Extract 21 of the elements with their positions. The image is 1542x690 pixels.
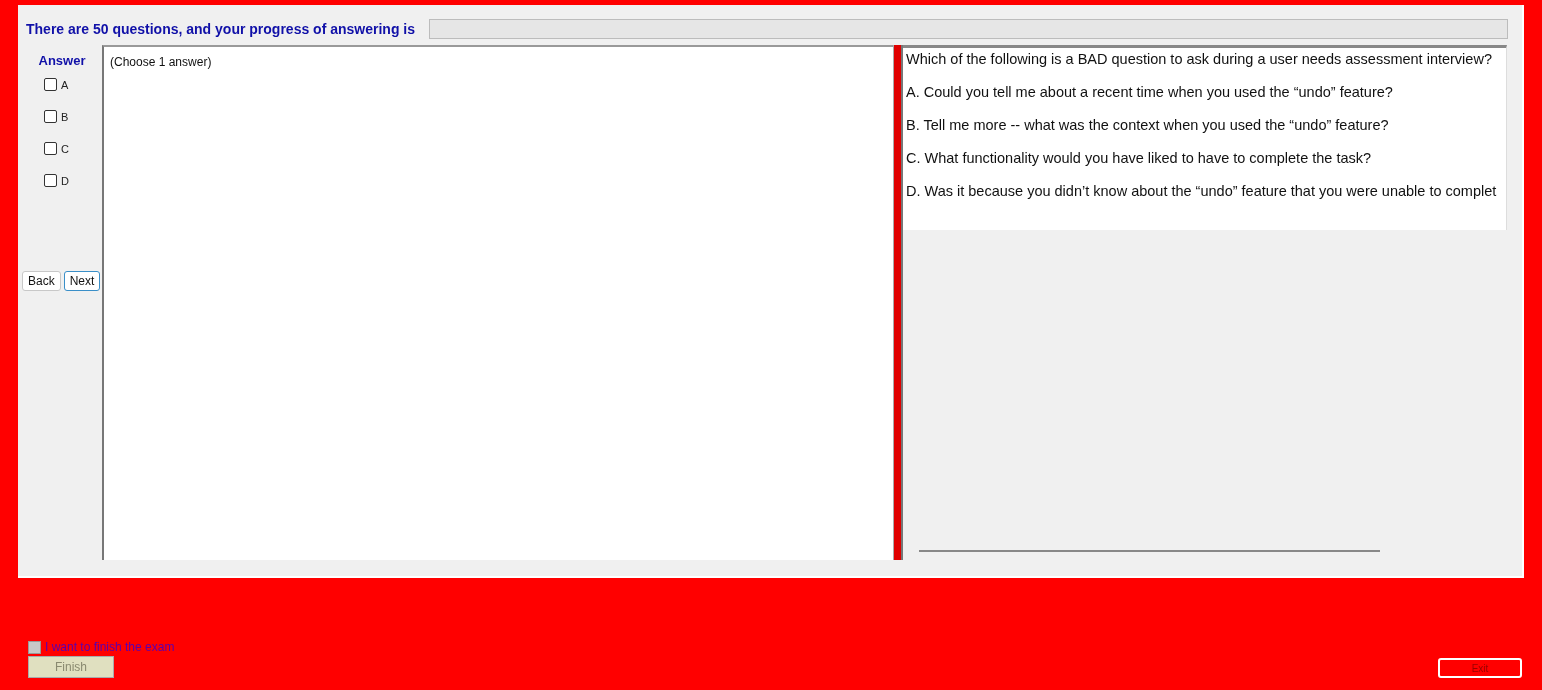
answer-checkbox[interactable]	[44, 110, 57, 123]
finish-checkbox[interactable]	[28, 640, 41, 654]
answer-heading: Answer	[38, 53, 86, 68]
back-button[interactable]: Back	[22, 271, 61, 291]
next-button[interactable]: Next	[63, 271, 101, 291]
answer-checkbox[interactable]	[44, 142, 57, 155]
option-label: D	[61, 174, 69, 187]
choice-text: C. What functionality would you have liked to have to complete the task?	[906, 149, 1373, 167]
progress-caption: There are 50 questions, and your progress of answering is	[25, 21, 415, 37]
option-label: B	[61, 110, 69, 123]
choice-text: D. Was it because you didn’t know about the “undo” feature that you were unable to complet	[906, 182, 1498, 200]
choice-text: B. Tell me more -- what was the context when you used the “undo” feature?	[906, 116, 1390, 134]
option-label: A	[61, 78, 69, 91]
finish-checkbox-label: I want to finish the exam	[45, 640, 175, 654]
answer-checkbox[interactable]	[44, 174, 57, 187]
choice-text: A. Could you tell me about a recent time when you used the “undo” feature?	[906, 83, 1394, 101]
answer-checkbox[interactable]	[44, 78, 57, 91]
answer-hint: (Choose 1 answer)	[110, 55, 212, 69]
option-label: C	[61, 142, 69, 155]
question-text: Which of the following is a BAD question to ask during a user needs assessment interview?	[906, 50, 1493, 68]
horizontal-scrollbar[interactable]	[919, 550, 1380, 552]
